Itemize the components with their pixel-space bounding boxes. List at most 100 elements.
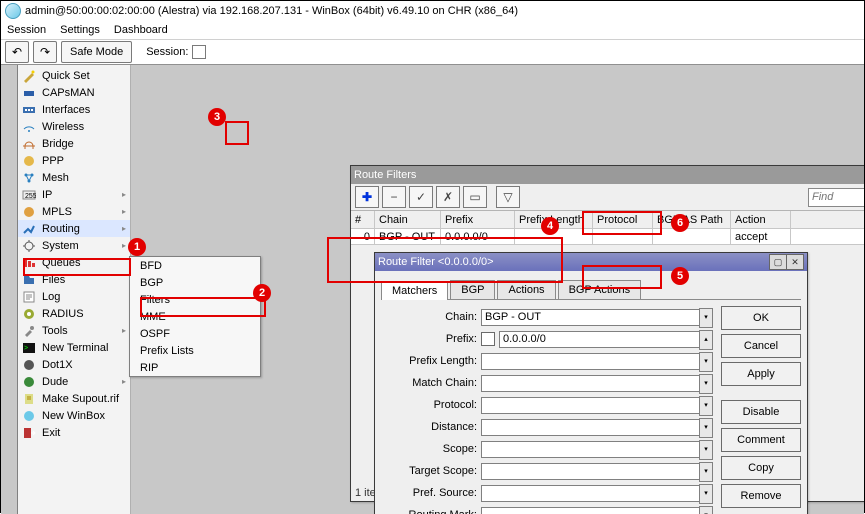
dist-dd[interactable]: ▾ xyxy=(699,418,713,438)
prefix-check[interactable] xyxy=(481,332,495,346)
tab-bgp-actions[interactable]: BGP Actions xyxy=(558,280,642,299)
submenu-item-bfd[interactable]: BFD xyxy=(130,257,260,274)
sidebar-item-label: New Terminal xyxy=(42,342,108,354)
sidebar-item-wireless[interactable]: Wireless xyxy=(18,118,130,135)
tscope-dd[interactable]: ▾ xyxy=(699,462,713,482)
exit-icon xyxy=(22,426,36,440)
cancel-button[interactable]: Cancel xyxy=(721,334,801,358)
redo-button[interactable]: ↷ xyxy=(33,41,57,63)
submenu-item-filters[interactable]: Filters xyxy=(130,291,260,308)
col-aspath[interactable]: BGP AS Path xyxy=(653,211,731,229)
dude-icon xyxy=(22,375,36,389)
sidebar-item-ip[interactable]: 255IP▸ xyxy=(18,186,130,203)
copy-btn[interactable]: Copy xyxy=(721,456,801,480)
dist-input[interactable] xyxy=(481,419,713,436)
sidebar-item-mesh[interactable]: Mesh xyxy=(18,169,130,186)
sidebar-item-dot1x[interactable]: Dot1X xyxy=(18,356,130,373)
sidebar-item-label: Dot1X xyxy=(42,359,73,371)
submenu-item-rip[interactable]: RIP xyxy=(130,359,260,376)
dlg-min-button[interactable]: ▢ xyxy=(769,254,787,270)
psrc-input[interactable] xyxy=(481,485,713,502)
enable-button[interactable]: ✓ xyxy=(409,186,433,208)
sidebar-item-log[interactable]: Log xyxy=(18,288,130,305)
filter-button[interactable]: ▽ xyxy=(496,186,520,208)
ppp-icon xyxy=(22,154,36,168)
remove-button[interactable]: − xyxy=(382,186,406,208)
menu-settings[interactable]: Settings xyxy=(60,24,100,36)
sidebar-item-routing[interactable]: Routing▸ xyxy=(18,220,130,237)
mpls-icon xyxy=(22,205,36,219)
session-checkbox[interactable] xyxy=(192,45,206,59)
sidebar-item-exit[interactable]: Exit xyxy=(18,424,130,441)
col-action[interactable]: Action xyxy=(731,211,791,229)
sidebar-item-label: Quick Set xyxy=(42,70,90,82)
scope-input[interactable] xyxy=(481,441,713,458)
wand-icon xyxy=(22,69,36,83)
ok-button[interactable]: OK xyxy=(721,306,801,330)
dlg-close-button[interactable]: ✕ xyxy=(786,254,804,270)
comment-button[interactable]: ▭ xyxy=(463,186,487,208)
psrc-dd[interactable]: ▾ xyxy=(699,484,713,504)
submenu-arrow-icon: ▸ xyxy=(122,377,126,386)
cell-aspath xyxy=(653,229,731,245)
undo-button[interactable]: ↶ xyxy=(5,41,29,63)
nwb-icon xyxy=(22,409,36,423)
submenu-item-bgp[interactable]: BGP xyxy=(130,274,260,291)
comment-btn[interactable]: Comment xyxy=(721,428,801,452)
col-num[interactable]: # xyxy=(351,211,375,229)
menu-dashboard[interactable]: Dashboard xyxy=(114,24,168,36)
col-proto[interactable]: Protocol xyxy=(593,211,653,229)
sidebar-item-newwinbox[interactable]: New WinBox xyxy=(18,407,130,424)
tscope-input[interactable] xyxy=(481,463,713,480)
mchain-dd[interactable]: ▾ xyxy=(699,374,713,394)
sidebar-item-dude[interactable]: Dude▸ xyxy=(18,373,130,390)
scope-dd[interactable]: ▾ xyxy=(699,440,713,460)
submenu-item-prefix-lists[interactable]: Prefix Lists xyxy=(130,342,260,359)
lab-tscope: Target Scope: xyxy=(381,465,481,477)
tab-matchers[interactable]: Matchers xyxy=(381,281,448,300)
submenu-item-ospf[interactable]: OSPF xyxy=(130,325,260,342)
disable-btn[interactable]: Disable xyxy=(721,400,801,424)
proto-input[interactable] xyxy=(481,397,713,414)
bridge-icon xyxy=(22,137,36,151)
badge-1: 1 xyxy=(128,238,146,256)
tab-actions[interactable]: Actions xyxy=(497,280,555,299)
sidebar-item-label: Tools xyxy=(42,325,68,337)
sidebar-item-mpls[interactable]: MPLS▸ xyxy=(18,203,130,220)
apply-button[interactable]: Apply xyxy=(721,362,801,386)
table-row[interactable]: 0 BGP - OUT 0.0.0.0/0 accept xyxy=(351,229,864,245)
safe-mode-button[interactable]: Safe Mode xyxy=(61,41,132,63)
tab-bgp[interactable]: BGP xyxy=(450,280,495,299)
sidebar-item-ppp[interactable]: PPP xyxy=(18,152,130,169)
sidebar-item-files[interactable]: Files xyxy=(18,271,130,288)
disable-button[interactable]: ✗ xyxy=(436,186,460,208)
sidebar-item-capsman[interactable]: CAPsMAN xyxy=(18,84,130,101)
proto-dd[interactable]: ▾ xyxy=(699,396,713,416)
prefix-input[interactable] xyxy=(499,331,713,348)
chain-input[interactable] xyxy=(481,309,713,326)
remove-btn[interactable]: Remove xyxy=(721,484,801,508)
menu-session[interactable]: Session xyxy=(7,24,46,36)
plen-dd[interactable]: ▾ xyxy=(699,352,713,372)
wifi-icon xyxy=(22,120,36,134)
sidebar-item-system[interactable]: System▸ xyxy=(18,237,130,254)
find-input[interactable] xyxy=(808,188,864,207)
sidebar-item-queues[interactable]: Queues xyxy=(18,254,130,271)
col-chain[interactable]: Chain xyxy=(375,211,441,229)
sidebar-item-quickset[interactable]: Quick Set xyxy=(18,67,130,84)
col-prefix[interactable]: Prefix xyxy=(441,211,515,229)
prefix-up-icon[interactable]: ▴ xyxy=(699,330,713,350)
add-button[interactable]: ✚ xyxy=(355,186,379,208)
submenu-item-mme[interactable]: MME xyxy=(130,308,260,325)
chain-dd-icon[interactable]: ▾ xyxy=(699,308,713,328)
sidebar-item-newterm[interactable]: >New Terminal xyxy=(18,339,130,356)
plen-input[interactable] xyxy=(481,353,713,370)
sidebar-item-bridge[interactable]: Bridge xyxy=(18,135,130,152)
sidebar-item-interfaces[interactable]: Interfaces xyxy=(18,101,130,118)
lab-rmark: Routing Mark: xyxy=(381,509,481,514)
sidebar-item-supout[interactable]: Make Supout.rif xyxy=(18,390,130,407)
sidebar-item-radius[interactable]: RADIUS xyxy=(18,305,130,322)
sidebar-item-tools[interactable]: Tools▸ xyxy=(18,322,130,339)
sidebar-item-label: System xyxy=(42,240,79,252)
mchain-input[interactable] xyxy=(481,375,713,392)
